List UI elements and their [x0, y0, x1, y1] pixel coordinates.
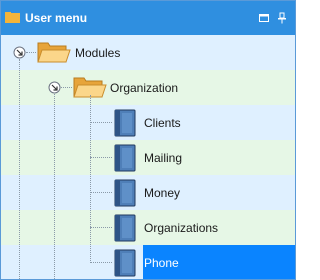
tree-guide-line	[90, 122, 112, 123]
tree-item-mailing[interactable]: Mailing	[1, 140, 295, 175]
tree-label-phone: Phone	[144, 256, 179, 270]
tree-item-clients[interactable]: Clients	[1, 105, 295, 140]
book-icon	[114, 249, 136, 277]
tree-item-phone[interactable]: Phone	[1, 245, 295, 279]
tree-guide-line	[26, 52, 36, 53]
pin-icon[interactable]	[275, 11, 289, 25]
menu-tree: Modules Organization Clients Mailing Mon…	[1, 35, 295, 279]
tree-guide-line	[19, 59, 20, 279]
open-folder-icon	[37, 42, 71, 63]
window-restore-icon[interactable]	[257, 11, 271, 25]
user-menu-panel: User menu Modules Organization Clients M…	[0, 0, 296, 280]
book-icon	[114, 179, 136, 207]
tree-guide-line	[90, 262, 112, 263]
tree-label-clients: Clients	[144, 116, 181, 130]
book-icon	[114, 109, 136, 137]
book-icon	[114, 214, 136, 242]
book-icon	[114, 144, 136, 172]
tree-guide-line	[90, 157, 112, 158]
panel-titlebar: User menu	[1, 1, 295, 35]
tree-label-modules: Modules	[75, 46, 121, 60]
tree-item-organizations[interactable]: Organizations	[1, 210, 295, 245]
tree-guide-line	[61, 87, 72, 88]
tree-label-money: Money	[144, 186, 181, 200]
tree-label-mailing: Mailing	[144, 151, 183, 165]
tree-node-modules[interactable]: Modules	[1, 35, 295, 70]
panel-title: User menu	[25, 11, 88, 25]
tree-guide-line	[90, 227, 112, 228]
tree-label-organizations: Organizations	[144, 221, 219, 235]
collapse-modules-icon[interactable]	[13, 46, 26, 59]
tree-guide-line	[90, 192, 112, 193]
collapse-organization-icon[interactable]	[48, 81, 61, 94]
tree-label-organization: Organization	[110, 81, 179, 95]
tree-item-money[interactable]: Money	[1, 175, 295, 210]
menu-folder-icon	[5, 12, 20, 23]
tree-guide-line	[90, 95, 91, 263]
tree-node-organization[interactable]: Organization	[1, 70, 295, 105]
tree-guide-line	[54, 94, 55, 279]
